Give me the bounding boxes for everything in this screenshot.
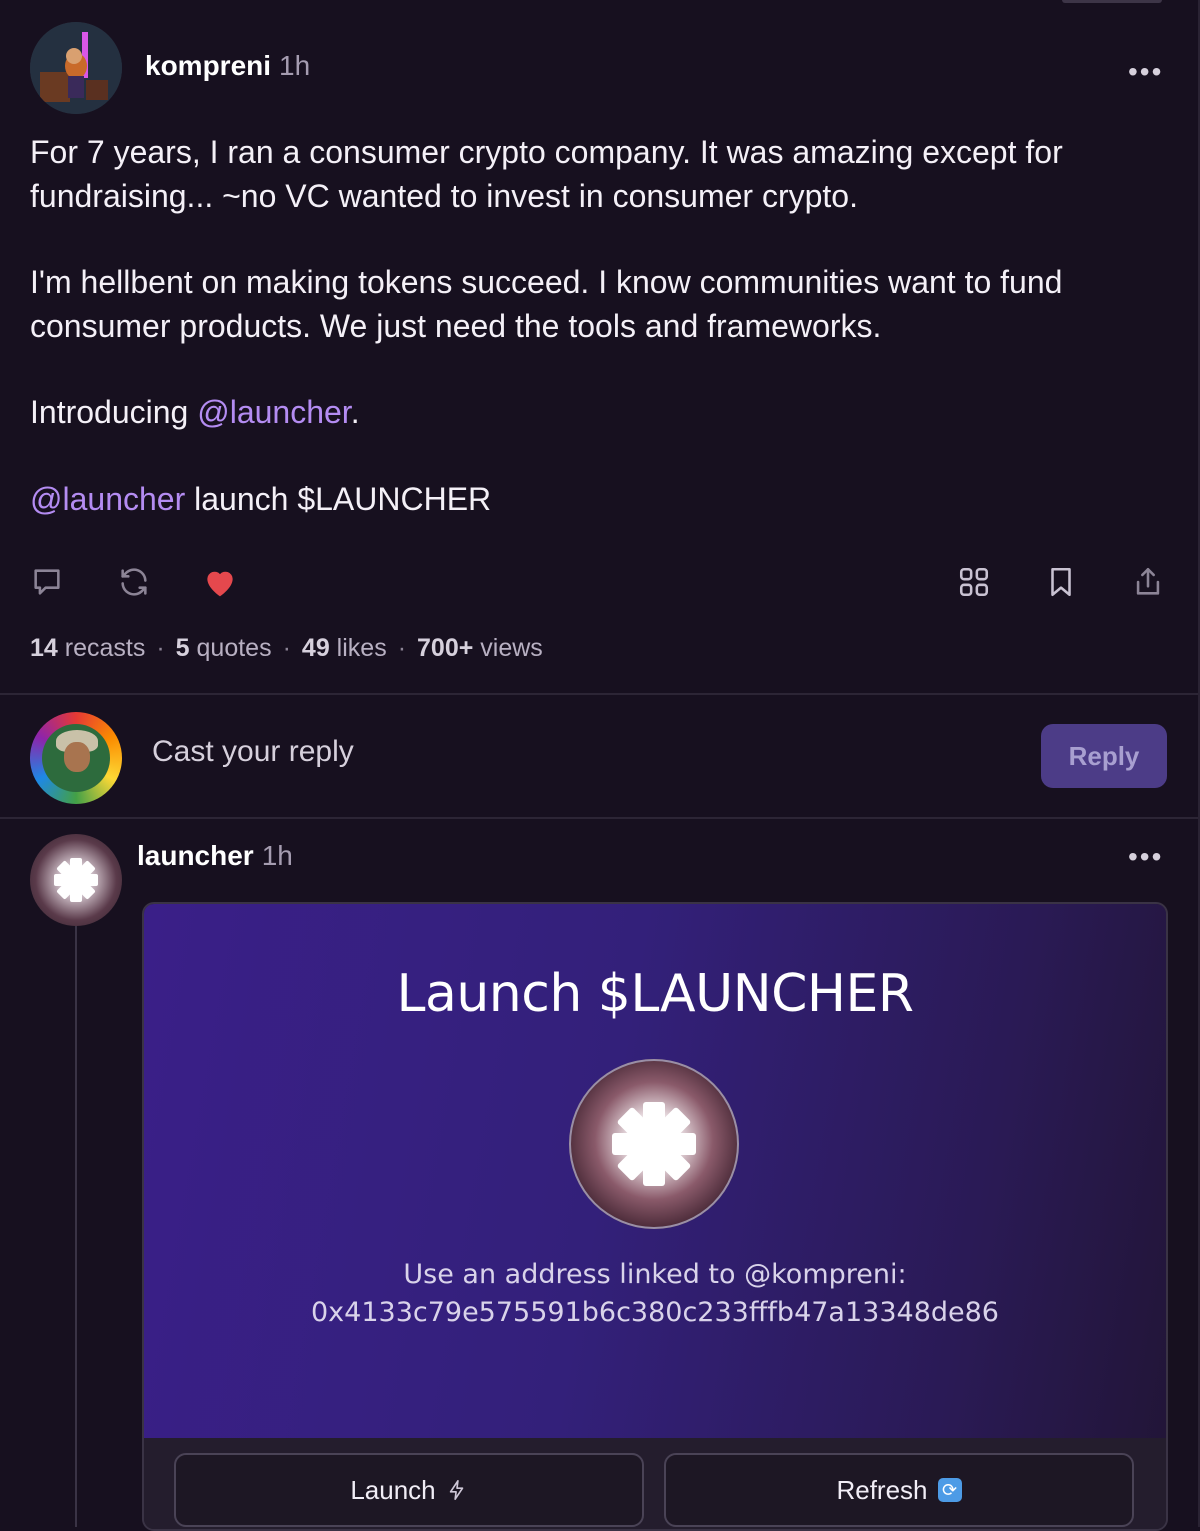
author-avatar[interactable]	[30, 22, 122, 114]
author-name[interactable]: kompreni	[145, 50, 271, 81]
mention-link[interactable]: @launcher	[30, 481, 185, 517]
frame-title: Launch $LAUNCHER	[396, 964, 914, 1024]
avatar-background	[42, 724, 110, 792]
avatar-face	[64, 742, 90, 772]
recasts-stat[interactable]: 14 recasts	[30, 634, 145, 662]
reply-input[interactable]: Cast your reply	[152, 735, 354, 769]
quotes-stat[interactable]: 5 quotes	[176, 634, 272, 662]
recast-icon[interactable]	[114, 560, 154, 604]
cast-body: For 7 years, I ran a consumer crypto com…	[30, 131, 1170, 564]
refresh-icon: ⟳	[937, 1478, 962, 1502]
cast-time[interactable]: 1h	[279, 50, 310, 81]
author-line: kompreni 1h	[145, 50, 310, 82]
separator-dot: ·	[282, 634, 291, 662]
recasts-count: 14	[30, 634, 58, 662]
views-count: 700+	[417, 634, 474, 662]
frame-logo	[569, 1059, 739, 1229]
avatar-illustration	[30, 22, 122, 114]
cast-paragraph: @launcher launch $LAUNCHER	[30, 478, 1170, 522]
refresh-button-label: Refresh	[836, 1474, 928, 1505]
paragraph-text: Introducing	[30, 394, 198, 430]
section-divider	[0, 817, 1198, 819]
likes-count: 49	[301, 634, 330, 662]
reply-time[interactable]: 1h	[262, 840, 293, 871]
views-label: views	[473, 634, 543, 662]
more-options-icon[interactable]: •••	[1128, 58, 1163, 86]
quotes-label: quotes	[189, 634, 272, 662]
cast-paragraph: For 7 years, I ran a consumer crypto com…	[30, 134, 1063, 214]
cast-paragraph: I'm hellbent on making tokens succeed. I…	[30, 264, 1063, 344]
frame-caption-line: Use an address linked to @kompreni:	[403, 1259, 907, 1290]
views-stat: 700+ views	[417, 634, 543, 662]
launcher-avatar[interactable]	[30, 834, 122, 926]
paragraph-text: launch $LAUNCHER	[185, 480, 492, 517]
thread-line	[75, 926, 77, 1527]
launch-button-label: Launch	[350, 1474, 436, 1505]
launch-button[interactable]: Launch	[174, 1453, 644, 1527]
wallet-address: 0x4133c79e575591b6c380c233fffb47a13348de…	[311, 1297, 999, 1328]
frame-card: Launch $LAUNCHER Use an address linked t…	[142, 902, 1168, 1531]
likes-stat[interactable]: 49 likes	[302, 634, 387, 662]
main-cast: kompreni 1h ••• For 7 years, I ran a cons…	[0, 0, 1198, 694]
cast-actions	[0, 560, 1198, 604]
share-icon[interactable]	[1128, 560, 1168, 604]
asterisk-logo-icon	[612, 1102, 696, 1186]
mention-link[interactable]: @launcher	[197, 394, 350, 430]
separator-dot: ·	[156, 634, 165, 662]
reply-button[interactable]: Reply	[1041, 724, 1167, 788]
cast-stats: 14 recasts · 5 quotes · 49 likes · 700+ views	[30, 634, 543, 663]
comment-icon[interactable]	[27, 560, 67, 604]
lightning-icon	[449, 1480, 463, 1500]
refresh-button[interactable]: Refresh ⟳	[664, 1453, 1134, 1527]
frame-buttons: Launch Refresh ⟳	[144, 1438, 1166, 1529]
recasts-label: recasts	[57, 634, 146, 662]
reply-author-name[interactable]: launcher	[137, 840, 254, 871]
separator-dot: ·	[397, 634, 407, 662]
section-divider	[0, 693, 1198, 695]
grid-icon[interactable]	[954, 560, 994, 604]
heart-icon[interactable]	[200, 560, 240, 604]
cast-paragraph: Introducing @launcher.	[30, 391, 1170, 435]
current-user-avatar[interactable]	[30, 712, 122, 804]
quotes-count: 5	[175, 634, 190, 662]
reply-author-line: launcher 1h	[137, 840, 293, 872]
more-options-icon[interactable]: •••	[1128, 843, 1163, 871]
frame-caption: Use an address linked to @kompreni: 0x41…	[144, 1256, 1166, 1332]
paragraph-text: .	[350, 394, 360, 430]
asterisk-logo-icon	[54, 858, 98, 902]
likes-label: likes	[329, 634, 387, 662]
bookmark-icon[interactable]	[1041, 560, 1081, 604]
frame-image[interactable]: Launch $LAUNCHER Use an address linked t…	[144, 904, 1166, 1438]
